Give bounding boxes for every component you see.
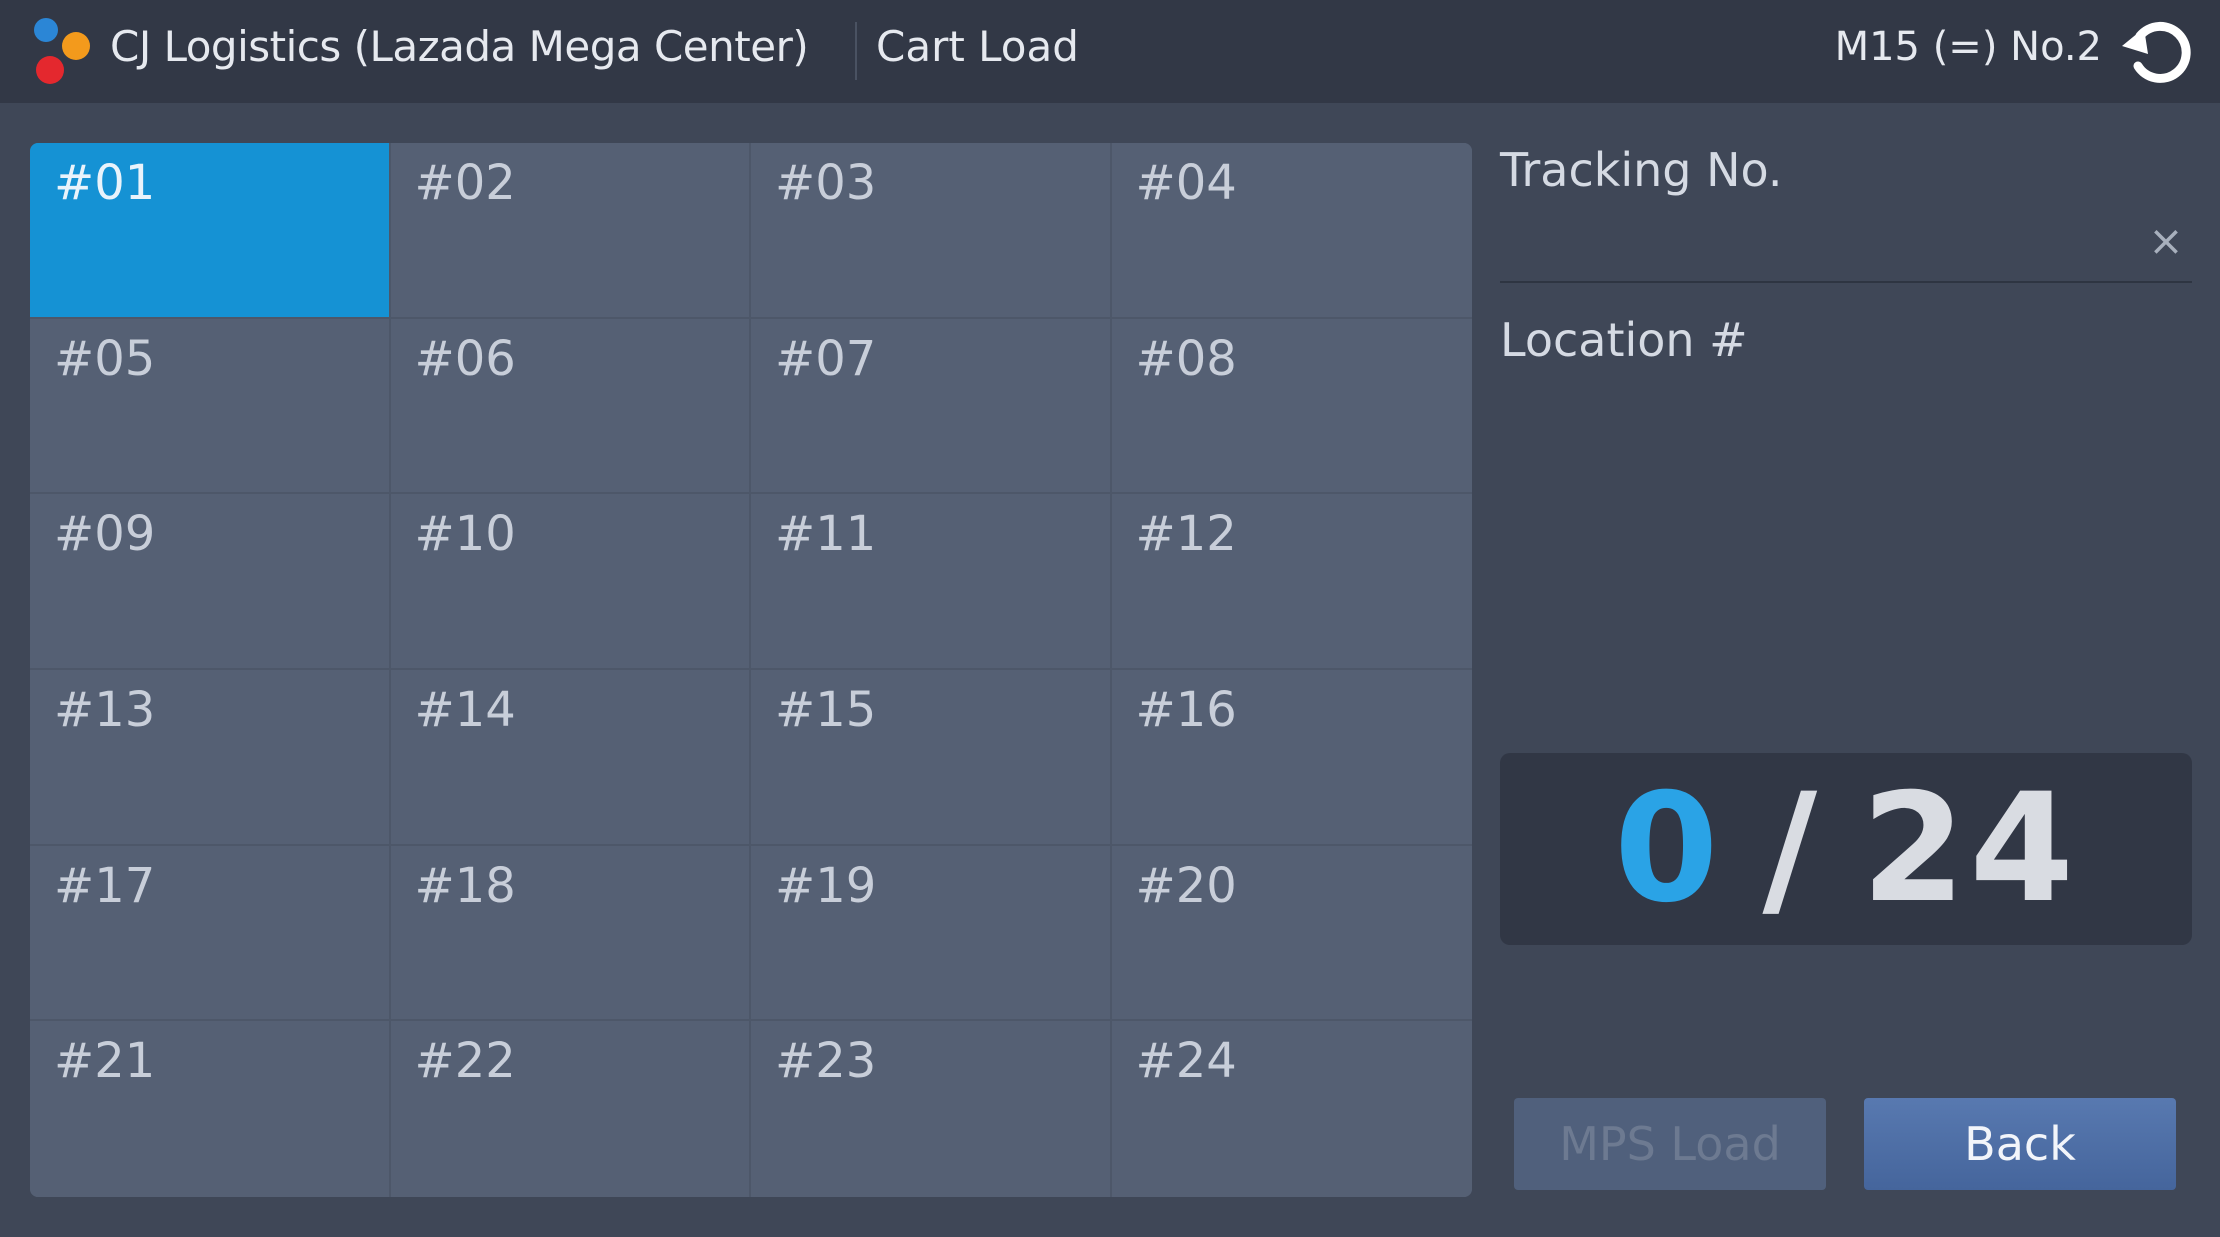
location-cell[interactable]: #19 (751, 845, 1112, 1022)
location-cell-label: #22 (414, 1033, 516, 1090)
location-cell[interactable]: #10 (390, 494, 751, 670)
location-cell[interactable]: #06 (390, 318, 751, 495)
location-cell[interactable]: #03 (751, 143, 1112, 319)
location-cell-label: #16 (1135, 682, 1237, 738)
location-label: Location # (1500, 313, 1748, 367)
location-cell-label: #24 (1135, 1033, 1237, 1090)
cart-status: M15 (=) No.2 (1834, 24, 2102, 70)
location-grid: #01 #02 #03 #04 #05 #06 #07 #08 #09 #10 #11 #12 #13 #… (30, 143, 1472, 1197)
location-cell-label: #11 (775, 506, 877, 563)
right-panel: Tracking No. × Location # 0 / 24 MPS Loa… (1500, 143, 2192, 1197)
location-cell-label: #14 (414, 682, 516, 738)
location-cell[interactable]: #21 (30, 1021, 391, 1197)
header-divider (855, 22, 857, 80)
location-cell-label: #09 (54, 506, 156, 563)
location-cell[interactable]: #13 (30, 670, 391, 846)
location-cell[interactable]: #04 (1111, 143, 1472, 319)
location-cell-label: #15 (775, 682, 877, 738)
location-cell[interactable]: #12 (1111, 494, 1472, 670)
location-cell[interactable]: #23 (751, 1021, 1112, 1197)
location-cell[interactable]: #20 (1111, 845, 1472, 1022)
app-header: CJ Logistics (Lazada Mega Center) Cart L… (0, 0, 2220, 103)
location-cell-label: #19 (775, 857, 877, 914)
location-cell[interactable]: #09 (30, 494, 391, 670)
location-cell[interactable]: #22 (390, 1021, 751, 1197)
back-button[interactable]: Back (1864, 1098, 2176, 1190)
location-cell[interactable]: #15 (751, 670, 1112, 846)
app-title: CJ Logistics (Lazada Mega Center) (110, 22, 809, 71)
location-cell-label: #20 (1135, 857, 1237, 914)
location-cell[interactable]: #08 (1111, 318, 1472, 495)
location-cell[interactable]: #14 (390, 670, 751, 846)
location-cell-label: #10 (414, 506, 516, 563)
location-cell-label: #05 (54, 330, 156, 387)
counter-separator: / (1762, 762, 1822, 936)
location-cell[interactable]: #05 (30, 318, 391, 495)
location-cell[interactable]: #18 (390, 845, 751, 1022)
location-cell-label: #18 (414, 857, 516, 914)
location-cell-label: #23 (775, 1033, 877, 1090)
clear-icon[interactable]: × (2144, 219, 2188, 263)
refresh-icon[interactable] (2118, 16, 2200, 86)
cj-logo-icon (34, 18, 90, 84)
location-cell-label: #12 (1135, 506, 1237, 563)
location-cell-label: #13 (54, 682, 156, 738)
location-cell-label: #04 (1135, 155, 1237, 211)
counter-current: 0 (1614, 762, 1723, 936)
counter-total: 24 (1861, 762, 2078, 936)
location-cell[interactable]: #02 (390, 143, 751, 319)
location-cell-label: #08 (1135, 330, 1237, 387)
location-cell[interactable]: #24 (1111, 1021, 1472, 1197)
load-counter: 0 / 24 (1500, 753, 2192, 945)
location-cell[interactable]: #16 (1111, 670, 1472, 846)
location-cell-label: #21 (54, 1033, 156, 1090)
location-cell-label: #01 (54, 155, 156, 211)
location-cell[interactable]: #07 (751, 318, 1112, 495)
tracking-label: Tracking No. (1500, 143, 1783, 197)
screen-title: Cart Load (876, 22, 1079, 71)
location-cell-label: #06 (414, 330, 516, 387)
mps-load-button[interactable]: MPS Load (1514, 1098, 1826, 1190)
location-cell-label: #07 (775, 330, 877, 387)
location-cell-label: #03 (775, 155, 877, 211)
location-cell[interactable]: #17 (30, 845, 391, 1022)
location-cell-label: #17 (54, 857, 156, 914)
location-cell[interactable]: #11 (751, 494, 1112, 670)
location-cell[interactable]: #01 (30, 143, 391, 319)
tracking-input[interactable] (1500, 213, 2192, 283)
location-cell-label: #02 (414, 155, 516, 211)
